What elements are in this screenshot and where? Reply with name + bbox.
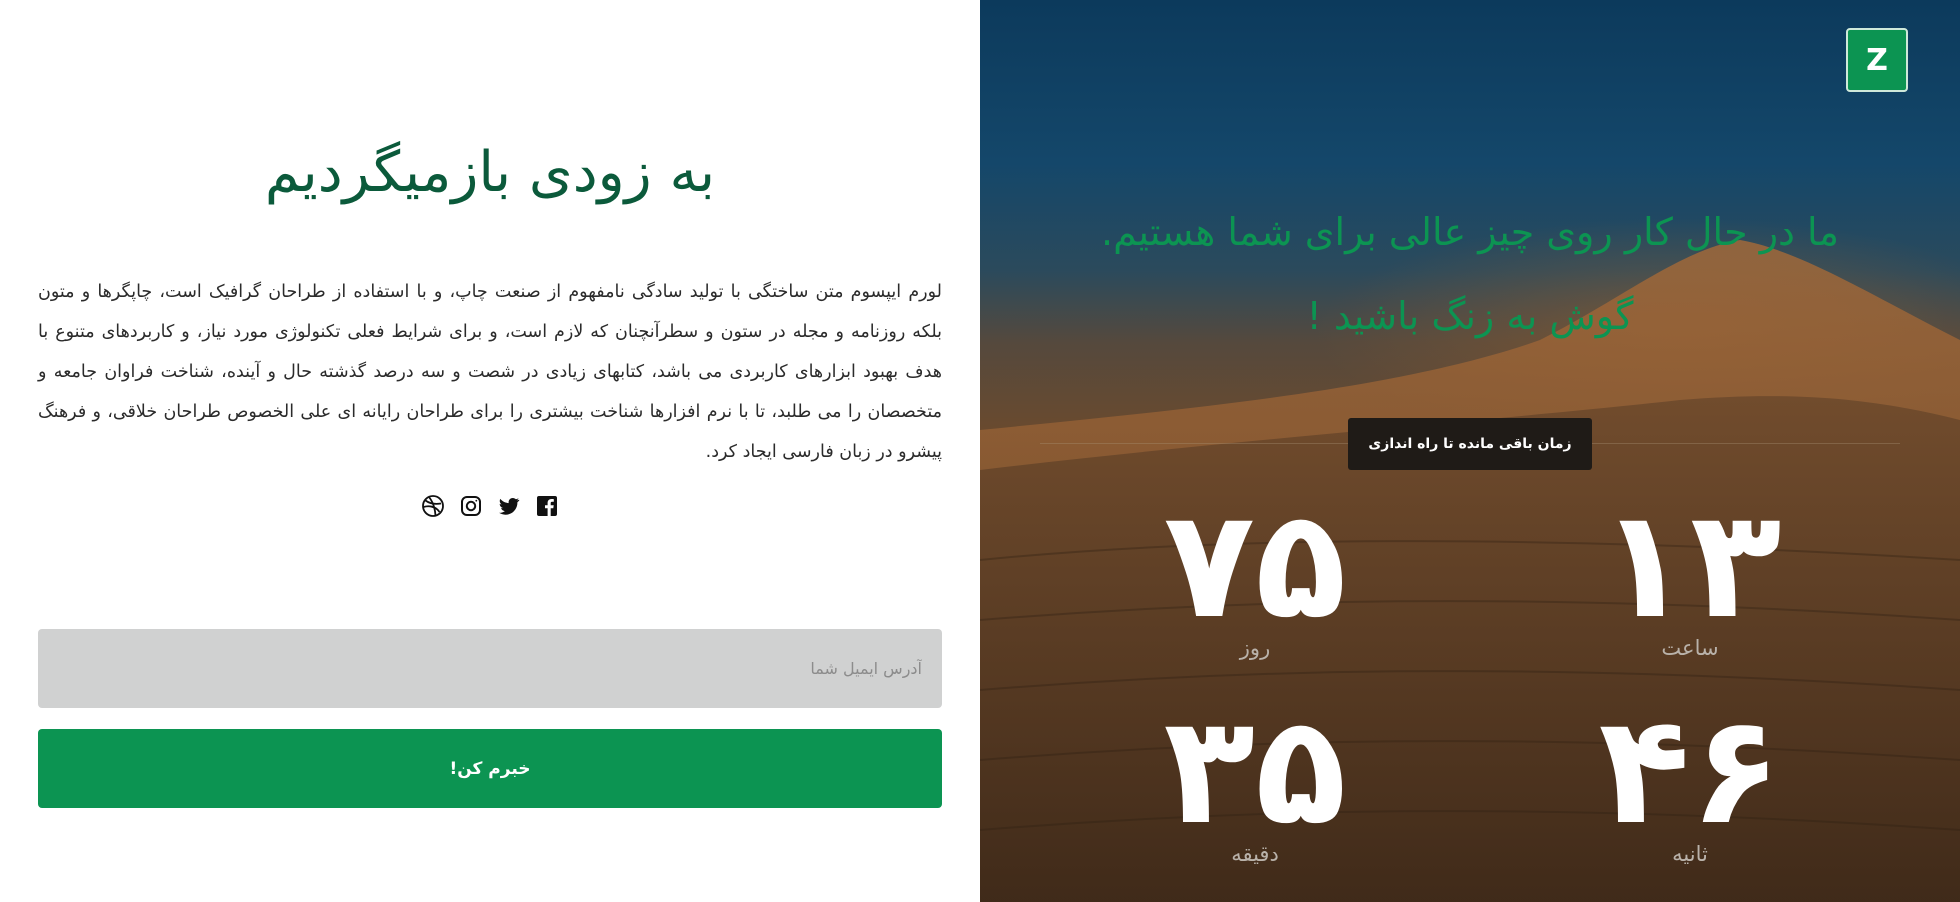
page-title: به زودی بازمیگردیم bbox=[264, 140, 716, 205]
logo[interactable]: Z bbox=[1846, 28, 1908, 92]
hero-headline: ما در حال کار روی چیز عالی برای شما هستی… bbox=[1040, 190, 1900, 358]
hero-panel: Z ما در حال کار روی چیز عالی برای شما هس… bbox=[980, 0, 1960, 902]
description-text: لورم ایپسوم متن ساختگی با تولید سادگی نا… bbox=[38, 282, 942, 462]
left-panel: به زودی بازمیگردیم لورم ایپسوم متن ساختگ… bbox=[0, 0, 980, 902]
countdown-title: زمان باقی مانده تا راه اندازی bbox=[1348, 418, 1592, 470]
email-input[interactable] bbox=[38, 629, 942, 708]
notify-button[interactable]: خبرم کن! bbox=[38, 729, 942, 808]
social-links bbox=[0, 493, 980, 519]
countdown-seconds-label: ثانیه bbox=[1672, 842, 1708, 866]
dribbble-icon[interactable] bbox=[420, 493, 446, 519]
hero-headline-line1: ما در حال کار روی چیز عالی برای شما هستی… bbox=[1101, 210, 1839, 254]
countdown-minutes-label: دقیقه bbox=[1231, 842, 1279, 866]
countdown-hours-value: ۱۳ bbox=[1598, 478, 1782, 652]
instagram-icon[interactable] bbox=[458, 493, 484, 519]
countdown-days-value: ۷۵ bbox=[1163, 478, 1347, 652]
countdown-seconds-value: ۴۶ bbox=[1598, 684, 1782, 858]
twitter-icon[interactable] bbox=[496, 493, 522, 519]
countdown-hours-label: ساعت bbox=[1661, 636, 1719, 660]
hero-headline-line2: گوش به زنگ باشید ! bbox=[1306, 294, 1634, 338]
countdown-days-label: روز bbox=[1239, 636, 1271, 660]
countdown-minutes-value: ۳۵ bbox=[1163, 684, 1347, 858]
facebook-icon[interactable] bbox=[534, 493, 560, 519]
